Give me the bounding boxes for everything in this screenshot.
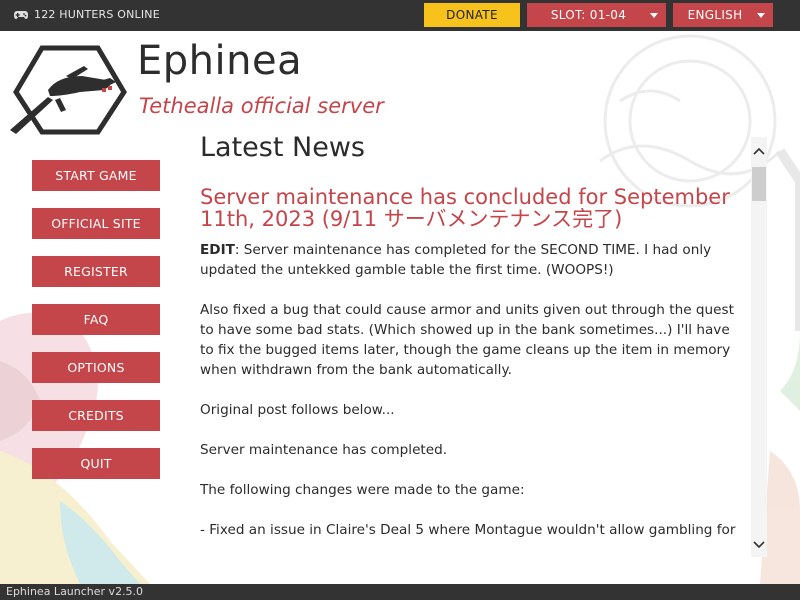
main-menu: START GAME OFFICIAL SITE REGISTER FAQ OP…	[32, 160, 160, 496]
official-site-button[interactable]: OFFICIAL SITE	[32, 208, 160, 239]
version-text: Ephinea Launcher v2.5.0	[6, 585, 144, 598]
menu-label: START GAME	[55, 168, 137, 183]
slot-label: SLOT: 01-04	[550, 8, 627, 22]
menu-label: QUIT	[80, 456, 112, 471]
scroll-up-button[interactable]	[751, 143, 767, 159]
register-button[interactable]: REGISTER	[32, 256, 160, 287]
post-paragraph: Original post follows below...	[200, 402, 395, 418]
news-heading: Latest News	[200, 132, 365, 163]
news-scrollbar[interactable]	[751, 137, 767, 557]
chevron-down-icon	[757, 13, 765, 18]
options-button[interactable]: OPTIONS	[32, 352, 160, 383]
edit-label: EDIT	[200, 242, 235, 258]
top-bar: 122 HUNTERS ONLINE DONATE SLOT: 01-04 EN…	[0, 0, 800, 31]
menu-label: FAQ	[83, 312, 109, 327]
online-count-text: 122 HUNTERS ONLINE	[34, 8, 160, 21]
slot-select[interactable]: SLOT: 01-04	[527, 3, 666, 27]
menu-label: REGISTER	[64, 264, 128, 279]
donate-button[interactable]: DONATE	[424, 3, 520, 27]
scroll-thumb[interactable]	[752, 167, 766, 201]
app-title: Ephinea	[137, 38, 303, 84]
chevron-down-icon	[650, 13, 658, 18]
app-subtitle: Tethealla official server	[139, 94, 384, 118]
post-paragraph: The following changes were made to the g…	[200, 482, 525, 498]
menu-label: CREDITS	[68, 408, 124, 423]
chevron-down-icon	[753, 541, 765, 549]
post-paragraph: - Fixed an issue in Claire's Deal 5 wher…	[200, 522, 736, 538]
status-bar: Ephinea Launcher v2.5.0	[0, 584, 800, 600]
quit-button[interactable]: QUIT	[32, 448, 160, 479]
ephinea-logo-icon	[10, 45, 127, 135]
edit-text: : Server maintenance has completed for t…	[200, 242, 712, 278]
language-label: ENGLISH	[687, 8, 743, 22]
language-select[interactable]: ENGLISH	[673, 3, 773, 27]
chevron-up-icon	[753, 147, 765, 155]
menu-label: OFFICIAL SITE	[51, 216, 141, 231]
faq-button[interactable]: FAQ	[32, 304, 160, 335]
news-content[interactable]: Server maintenance has concluded for Sep…	[200, 182, 747, 569]
post-paragraph: Server maintenance has completed.	[200, 442, 448, 458]
donate-label: DONATE	[446, 8, 498, 22]
post-title: Server maintenance has concluded for Sep…	[200, 185, 730, 231]
gamepad-icon	[14, 10, 28, 19]
online-counter: 122 HUNTERS ONLINE	[14, 8, 160, 21]
post-paragraph: EDIT: Server maintenance has completed f…	[200, 240, 747, 280]
credits-button[interactable]: CREDITS	[32, 400, 160, 431]
post-paragraph: Also fixed a bug that could cause armor …	[200, 302, 734, 378]
scroll-down-button[interactable]	[751, 537, 767, 553]
menu-label: OPTIONS	[67, 360, 125, 375]
start-game-button[interactable]: START GAME	[32, 160, 160, 191]
